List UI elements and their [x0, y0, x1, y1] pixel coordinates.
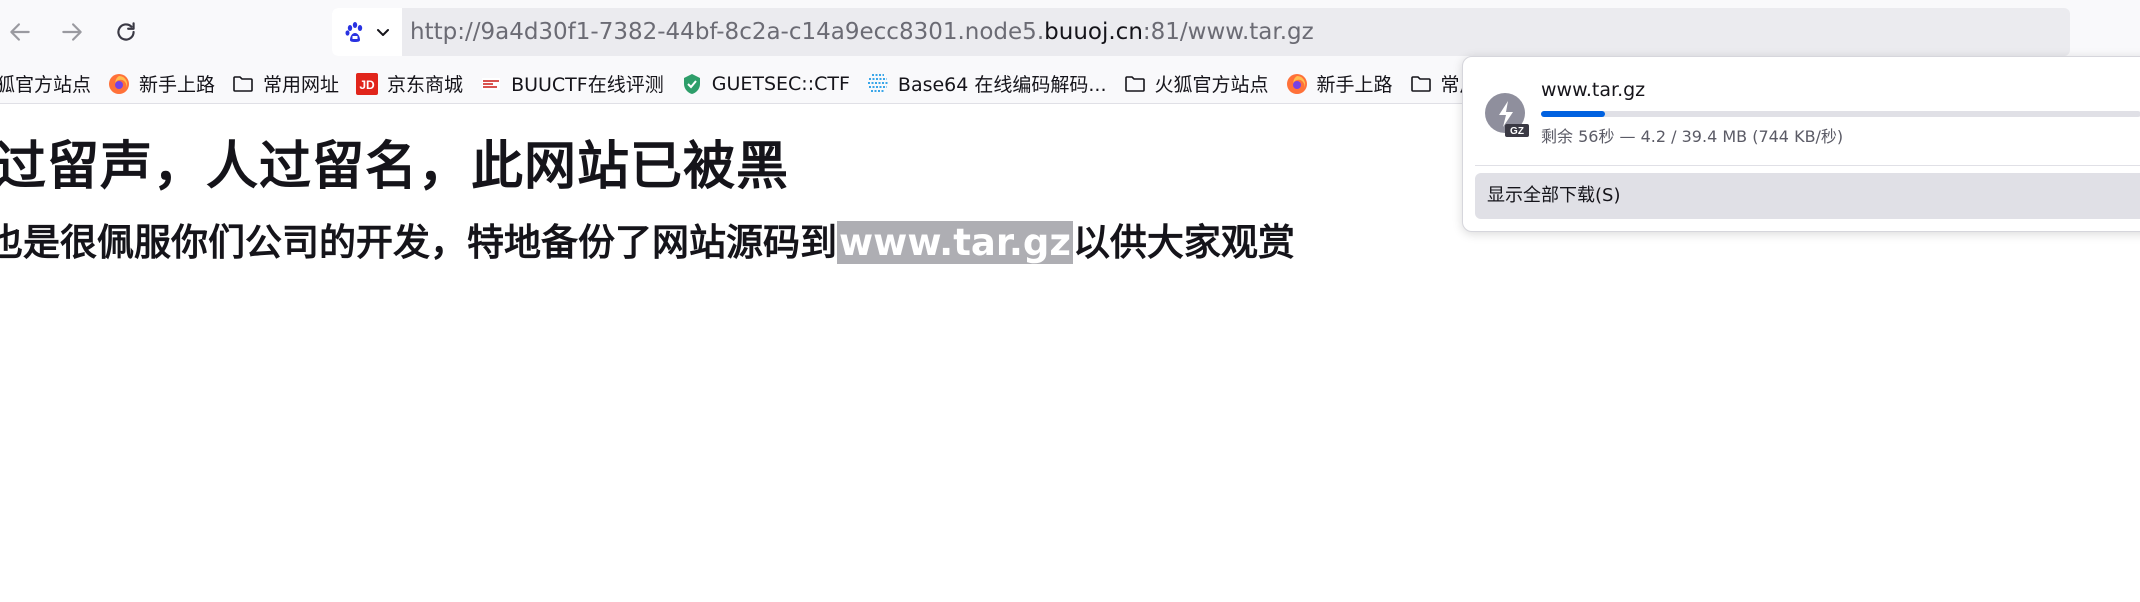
panel-divider — [1475, 165, 2140, 166]
bookmark-label: BUUCTF在线评测 — [511, 74, 664, 96]
reload-button[interactable] — [106, 12, 146, 52]
archive-file-icon[interactable]: GZ — [1483, 91, 1531, 139]
bookmark-item[interactable]: 火狐官方站点 — [1123, 64, 1269, 103]
subheading-text-after: 以供大家观赏 — [1072, 221, 1295, 264]
download-progress-bar — [1541, 111, 2140, 117]
forward-button[interactable] — [52, 12, 92, 52]
baidu-paw-icon — [345, 22, 363, 42]
chevron-down-icon — [377, 29, 389, 36]
url-suffix: :81/www.tar.gz — [1142, 19, 1314, 45]
base64-icon — [866, 72, 890, 96]
bookmark-item[interactable]: JD 京东商城 — [355, 64, 464, 103]
bookmark-label: 京东商城 — [387, 74, 464, 96]
back-arrow-icon — [10, 23, 30, 41]
jd-icon: JD — [355, 72, 379, 96]
download-status: 剩余 56秒 — 4.2 / 39.4 MB (744 KB/秒) — [1541, 127, 1844, 146]
bookmark-item[interactable]: 常用网址 — [231, 64, 340, 103]
downloads-panel: GZ www.tar.gz 剩余 56秒 — 4.2 / 39.4 MB (74… — [1462, 56, 2140, 232]
browser-toolbar: http://9a4d30f1-7382-44bf-8c2a-c14a9ecc8… — [0, 0, 2140, 64]
buuctf-icon — [479, 72, 503, 96]
bookmark-label: 常用网址 — [263, 74, 340, 96]
bookmark-item[interactable]: 狐官方站点 — [0, 64, 92, 103]
url-domain: buuoj.cn — [1044, 19, 1143, 45]
bookmark-label: Base64 在线编码解码... — [897, 74, 1107, 96]
folder-icon — [231, 72, 255, 96]
subheading-text-before: 也是很佩服你们公司的开发，特地备份了网站源码到 — [0, 221, 837, 264]
bookmark-label: 新手上路 — [1316, 74, 1393, 96]
folder-icon — [1123, 72, 1147, 96]
page-heading: 过留声，人过留名，此网站已被黑 — [0, 137, 790, 197]
firefox-icon — [107, 72, 131, 96]
bookmark-item[interactable]: BUUCTF在线评测 — [479, 64, 664, 103]
selected-text[interactable]: www.tar.gz — [837, 221, 1073, 264]
forward-arrow-icon — [62, 23, 82, 41]
svg-text:JD: JD — [359, 78, 375, 92]
folder-icon — [1409, 72, 1433, 96]
guetsec-icon — [680, 72, 704, 96]
search-engine-button[interactable] — [332, 8, 402, 56]
reload-icon — [117, 22, 135, 41]
bookmark-label: 狐官方站点 — [0, 74, 92, 96]
address-bar[interactable]: http://9a4d30f1-7382-44bf-8c2a-c14a9ecc8… — [332, 8, 2070, 56]
page-subheading: 也是很佩服你们公司的开发，特地备份了网站源码到www.tar.gz以供大家观赏 — [0, 212, 1295, 266]
bookmark-item[interactable]: GUETSEC::CTF — [680, 64, 850, 103]
bookmark-item[interactable]: 新手上路 — [107, 64, 216, 103]
back-button[interactable] — [0, 12, 40, 52]
show-all-downloads-button[interactable]: 显示全部下载(S) — [1475, 173, 2140, 219]
bookmark-item[interactable]: Base64 在线编码解码... — [866, 64, 1107, 103]
bookmark-label: GUETSEC::CTF — [711, 72, 850, 95]
firefox-icon — [1285, 72, 1309, 96]
bookmark-item[interactable]: 新手上路 — [1285, 64, 1393, 103]
bookmark-label: 火狐官方站点 — [1154, 74, 1269, 96]
download-filename[interactable]: www.tar.gz — [1541, 79, 1645, 101]
url-text[interactable]: http://9a4d30f1-7382-44bf-8c2a-c14a9ecc8… — [410, 8, 1314, 56]
bookmark-label: 新手上路 — [139, 74, 216, 96]
url-prefix: http://9a4d30f1-7382-44bf-8c2a-c14a9ecc8… — [410, 19, 1045, 45]
file-type-label: GZ — [1510, 126, 1524, 137]
download-progress-fill — [1541, 111, 1606, 117]
